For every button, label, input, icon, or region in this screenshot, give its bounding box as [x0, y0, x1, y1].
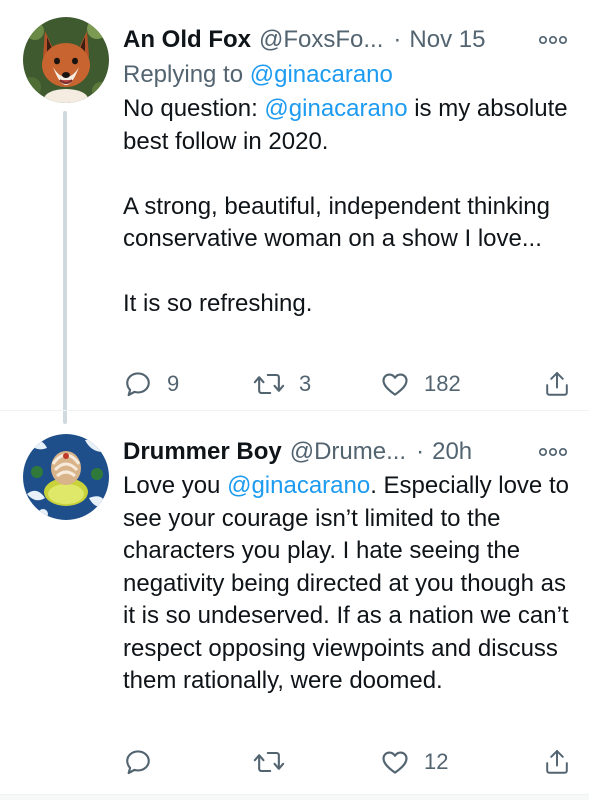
retweet-button[interactable]: 3 [253, 364, 380, 404]
tweet-actions: 12 [123, 742, 575, 782]
like-button[interactable]: 182 [380, 364, 535, 404]
separator-dot: · [393, 26, 402, 53]
like-count: 12 [424, 749, 449, 774]
replying-to: Replying to @ginacarano [123, 58, 571, 92]
separator-dot: · [416, 438, 425, 465]
share-icon [546, 750, 568, 774]
tweet-date[interactable]: 20h [432, 435, 472, 469]
bottom-separator [0, 794, 589, 800]
tweet-content: Drummer Boy @Drume... · 20h Love you @gi… [123, 435, 571, 698]
share-button[interactable] [543, 364, 571, 404]
reply-count: 9 [167, 371, 180, 396]
retweet-count: 3 [299, 371, 312, 396]
author-handle[interactable]: @Drume... [290, 435, 406, 469]
fox-avatar[interactable] [23, 17, 109, 103]
reply-icon [126, 372, 150, 397]
author-handle[interactable]: @FoxsFo... [259, 23, 383, 57]
like-button[interactable]: 12 [380, 742, 535, 782]
tweet-text-rest: is my absolute best follow in 2020. A st… [123, 95, 568, 317]
tweet-text: Love you @ginacarano. Especially love to… [123, 470, 571, 698]
author-name[interactable]: An Old Fox [123, 23, 251, 57]
hawaiian-floral-avatar[interactable] [23, 434, 109, 520]
tweet-text: No question: @ginacarano is my absolute … [123, 93, 571, 321]
more-icon[interactable] [538, 447, 568, 457]
tweet-feed: An Old Fox @FoxsFo... · Nov 15 Replying … [0, 0, 589, 800]
tweet-text-lead: Love you [123, 472, 228, 499]
tweet-header: Drummer Boy @Drume... · 20h [123, 435, 571, 469]
more-icon[interactable] [538, 35, 568, 45]
replying-to-label: Replying to [123, 61, 250, 88]
tweet-text-rest: . Especially love to see your courage is… [123, 472, 569, 694]
tweet-mention[interactable]: @ginacarano [264, 95, 407, 122]
reply-icon [126, 750, 150, 775]
share-button[interactable] [543, 742, 571, 782]
like-icon [382, 751, 408, 774]
like-count: 182 [424, 371, 461, 396]
tweet-2[interactable]: Drummer Boy @Drume... · 20h Love you @gi… [0, 418, 589, 800]
tweet-date[interactable]: Nov 15 [409, 23, 485, 57]
tweet-mention[interactable]: @ginacarano [227, 472, 370, 499]
replying-to-mention[interactable]: @ginacarano [250, 61, 393, 88]
reply-button[interactable]: 9 [123, 364, 253, 404]
author-name[interactable]: Drummer Boy [123, 435, 282, 469]
thread-line [63, 111, 67, 424]
tweet-text-lead: No question: [123, 95, 265, 122]
reply-button[interactable] [123, 742, 253, 782]
tweet-actions: 9 3 182 [123, 364, 575, 404]
tweet-divider [0, 410, 589, 411]
tweet-content: An Old Fox @FoxsFo... · Nov 15 Replying … [123, 23, 571, 321]
retweet-button[interactable] [253, 742, 380, 782]
tweet-header: An Old Fox @FoxsFo... · Nov 15 [123, 23, 571, 57]
share-icon [546, 372, 568, 396]
retweet-icon [253, 751, 285, 773]
tweet-1[interactable]: An Old Fox @FoxsFo... · Nov 15 Replying … [0, 0, 589, 424]
like-icon [382, 373, 408, 396]
retweet-icon [253, 373, 285, 395]
